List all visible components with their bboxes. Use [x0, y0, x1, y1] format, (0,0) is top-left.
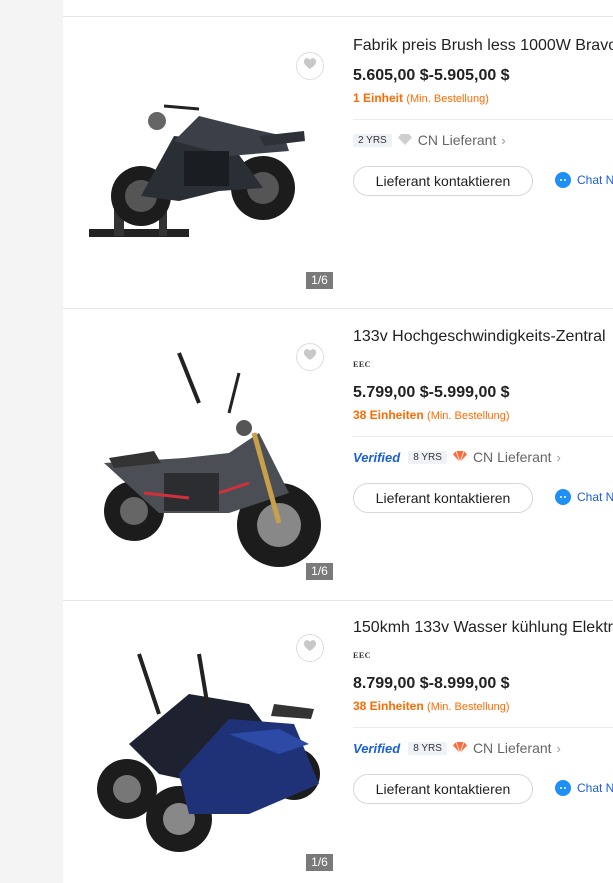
product-card[interactable]: 1/6 Fabrik preis Brush less 1000W Bravo …: [63, 17, 613, 309]
years-badge: 2 YRS: [353, 133, 392, 147]
years-badge: 8 YRS: [408, 450, 447, 464]
moq-suffix: (Min. Bestellung): [427, 701, 510, 713]
moq-quantity: 1 Einheit: [353, 91, 404, 105]
diamond-icon: [397, 132, 412, 148]
motorcycle-image-icon: [89, 104, 305, 237]
product-image[interactable]: [79, 333, 339, 581]
supplier-info[interactable]: 2 YRS CN Lieferant ›: [353, 132, 506, 148]
product-price: 5.605,00 $-5.905,00 $: [353, 67, 510, 84]
image-counter: 1/6: [306, 854, 333, 871]
contact-supplier-button[interactable]: Lieferant kontaktieren: [353, 774, 533, 804]
moq-quantity: 38 Einheiten: [353, 408, 424, 422]
supplier-country: CN: [472, 449, 494, 465]
divider: [353, 727, 613, 728]
product-price: 5.799,00 $-5.999,00 $: [353, 384, 510, 401]
product-title[interactable]: 133v Hochgeschwindigkeits-Zentral: [353, 328, 606, 346]
min-order: 38 Einheiten (Min. Bestellung): [353, 699, 510, 713]
motorcycle-image-icon: [97, 653, 320, 852]
supplier-country: CN: [417, 132, 438, 148]
supplier-type: Lieferant: [497, 740, 552, 756]
chat-button[interactable]: Chat N: [555, 489, 613, 505]
contact-supplier-button[interactable]: Lieferant kontaktieren: [353, 166, 533, 196]
years-badge: 8 YRS: [408, 741, 447, 755]
product-image[interactable]: [79, 41, 339, 289]
favorite-button[interactable]: [296, 343, 324, 371]
verified-badge: Verified: [353, 740, 401, 756]
favorite-button[interactable]: [296, 52, 324, 80]
divider: [353, 119, 613, 120]
product-price: 8.799,00 $-8.999,00 $: [353, 675, 510, 692]
diamond-icon: [452, 449, 467, 465]
contact-supplier-button[interactable]: Lieferant kontaktieren: [353, 483, 533, 513]
supplier-type: Lieferant: [497, 449, 552, 465]
supplier-info[interactable]: Verified 8 YRS CN Lieferant ›: [353, 740, 561, 756]
supplier-type: Lieferant: [441, 132, 497, 148]
product-list: 1/6 Fabrik preis Brush less 1000W Bravo …: [63, 0, 613, 883]
eec-label: EEC: [353, 651, 371, 660]
chat-label: Chat N: [577, 173, 613, 187]
heart-icon: [303, 639, 317, 657]
heart-icon: [303, 57, 317, 75]
chat-label: Chat N: [577, 490, 613, 504]
chevron-right-icon: ›: [501, 132, 506, 148]
chat-icon: [555, 489, 571, 505]
moq-quantity: 38 Einheiten: [353, 699, 424, 713]
min-order: 1 Einheit (Min. Bestellung): [353, 91, 489, 105]
divider: [353, 436, 613, 437]
chevron-right-icon: ›: [556, 449, 561, 465]
left-gutter: [0, 0, 63, 883]
moq-suffix: (Min. Bestellung): [427, 410, 510, 422]
product-card[interactable]: 1/6 133v Hochgeschwindigkeits-Zentral EE…: [63, 309, 613, 601]
eec-label: EEC: [353, 360, 371, 369]
image-counter: 1/6: [306, 563, 333, 580]
chat-button[interactable]: Chat N: [555, 780, 613, 796]
min-order: 38 Einheiten (Min. Bestellung): [353, 408, 510, 422]
diamond-icon: [452, 740, 467, 756]
chat-icon: [555, 780, 571, 796]
product-title[interactable]: 150kmh 133v Wasser kühlung Elektr: [353, 619, 613, 637]
product-image[interactable]: [79, 624, 339, 872]
favorite-button[interactable]: [296, 634, 324, 662]
chat-label: Chat N: [577, 781, 613, 795]
heart-icon: [303, 348, 317, 366]
motorcycle-image-icon: [104, 352, 321, 567]
product-title[interactable]: Fabrik preis Brush less 1000W Bravo: [353, 37, 613, 55]
image-counter: 1/6: [306, 272, 333, 289]
chat-button[interactable]: Chat N: [555, 172, 613, 188]
moq-suffix: (Min. Bestellung): [406, 93, 489, 105]
supplier-country: CN: [472, 740, 494, 756]
product-card[interactable]: 1/6 150kmh 133v Wasser kühlung Elektr EE…: [63, 600, 613, 883]
chevron-right-icon: ›: [556, 740, 561, 756]
supplier-info[interactable]: Verified 8 YRS CN Lieferant ›: [353, 449, 561, 465]
verified-badge: Verified: [353, 449, 401, 465]
chat-icon: [555, 172, 571, 188]
